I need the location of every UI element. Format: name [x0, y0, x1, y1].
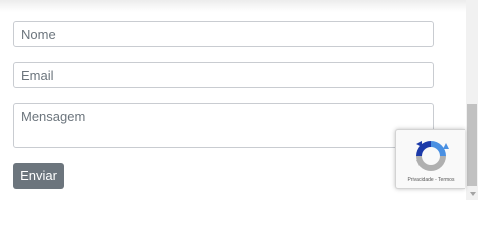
scroll-down-arrow-icon[interactable]	[470, 192, 476, 196]
message-field-wrapper	[13, 103, 434, 148]
recaptcha-privacy-link[interactable]: Privacidade	[408, 177, 434, 183]
name-input[interactable]	[14, 22, 433, 46]
recaptcha-badge[interactable]: Privacidade - Termos	[395, 129, 465, 189]
page-scrollbar-thumb[interactable]	[467, 104, 477, 186]
recaptcha-terms-link[interactable]: Termos	[438, 177, 454, 183]
contact-form-page: Enviar Privacidade - Termos	[0, 0, 478, 200]
header-shadow	[0, 0, 466, 12]
message-textarea[interactable]	[14, 104, 433, 147]
email-field-wrapper	[13, 62, 434, 88]
email-input[interactable]	[14, 63, 433, 87]
recaptcha-logo-icon	[416, 141, 449, 171]
submit-button[interactable]: Enviar	[13, 163, 64, 189]
recaptcha-links: Privacidade - Termos	[396, 177, 466, 183]
name-field-wrapper	[13, 21, 434, 47]
